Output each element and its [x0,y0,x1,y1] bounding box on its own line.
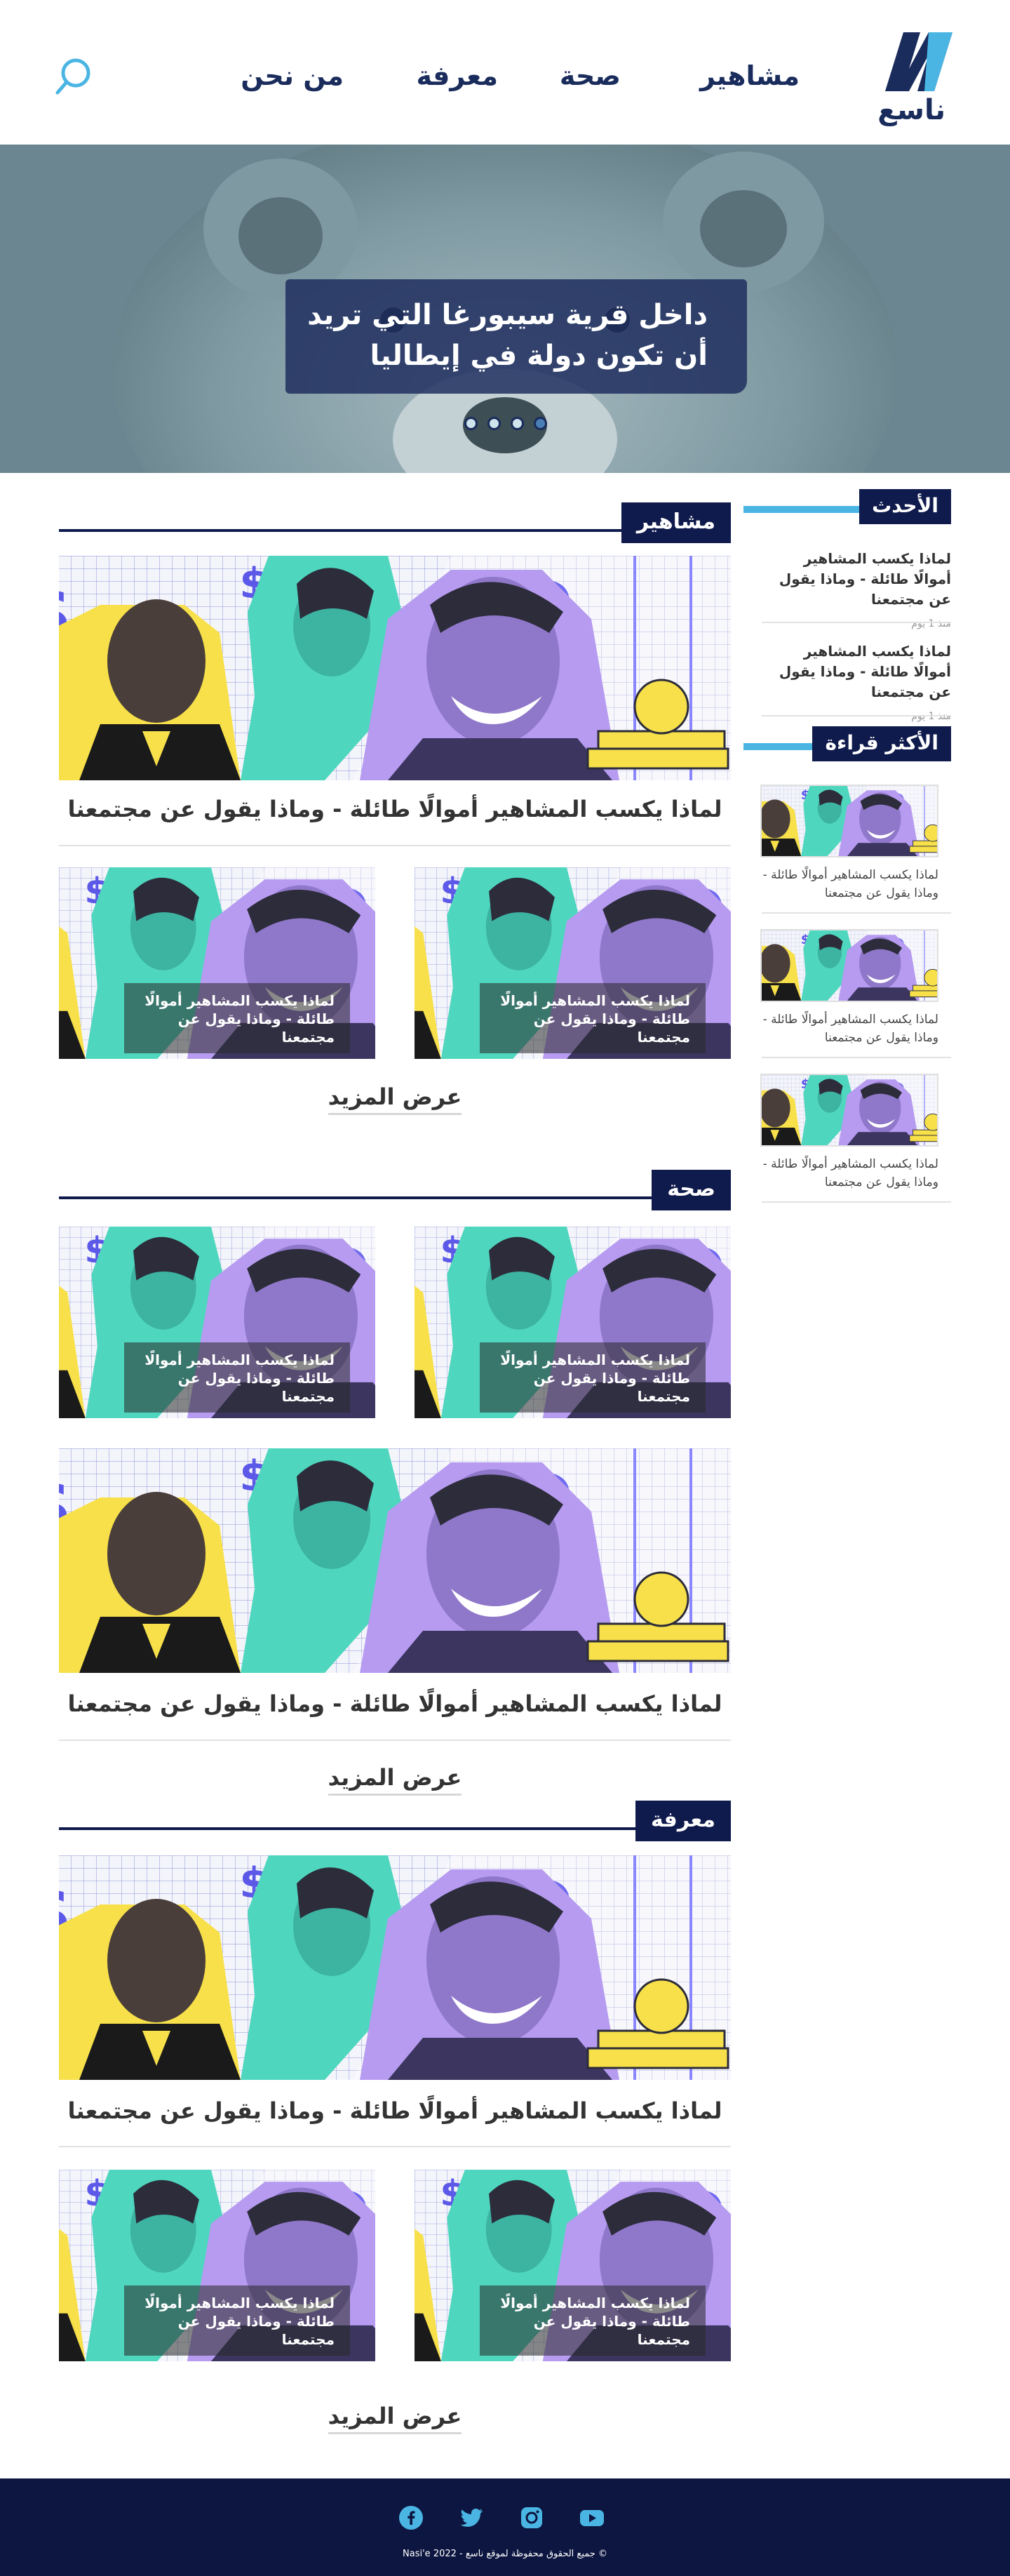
search-icon[interactable] [55,56,94,98]
card-caption[interactable]: لماذا يكسب المشاهير أموالًا طائلة - وماذ… [124,1342,350,1413]
feature-image[interactable] [59,556,731,780]
sidebar-most-read-item[interactable]: لماذا يكسب المشاهير أموالًا طائلة - وماذ… [760,866,938,902]
logo-text: ناسع [877,94,945,126]
sidebar-item-title: لماذا يكسب المشاهير أموالًا طائلة - وماذ… [779,550,951,608]
separator [59,845,731,846]
site-logo[interactable]: ناسع [874,29,955,126]
feature-caption[interactable]: لماذا يكسب المشاهير أموالًا طائلة - وماذ… [59,1690,731,1717]
card-caption[interactable]: لماذا يكسب المشاهير أموالًا طائلة - وماذ… [480,1342,706,1413]
twitter-icon[interactable] [459,2505,484,2530]
hero-headline[interactable]: داخل قرية سيبورغا التي تريد أن تكون دولة… [285,279,747,394]
sidebar-title-most-read: الأكثر قراءة [812,726,951,761]
card-caption[interactable]: لماذا يكسب المشاهير أموالًا طائلة - وماذ… [480,2285,706,2356]
section-title-celebs[interactable]: مشاهير [621,502,731,543]
sidebar-thumb[interactable] [760,929,938,1002]
copyright-text: © جميع الحقوق محفوظة لموقع ناسع - Nasi'e… [403,2549,607,2559]
sidebar-item-time: منذ 1 يوم [911,711,951,722]
separator [762,912,951,914]
card-caption[interactable]: لماذا يكسب المشاهير أموالًا طائلة - وماذ… [480,983,706,1053]
nav-item-about[interactable]: من نحن [203,60,344,91]
slider-dots [464,417,547,430]
social-links [398,2505,605,2530]
separator [762,622,951,623]
instagram-icon[interactable] [519,2505,544,2530]
feature-caption[interactable]: لماذا يكسب المشاهير أموالًا طائلة - وماذ… [59,2097,731,2124]
sidebar-thumb[interactable] [760,785,938,857]
slider-dot[interactable] [464,417,478,430]
section-title-health[interactable]: صحة [652,1170,731,1210]
card-caption[interactable]: لماذا يكسب المشاهير أموالًا طائلة - وماذ… [124,2285,350,2356]
nav-item-knowledge[interactable]: معرفة [386,60,498,91]
main-content: مشاهير لماذا يكسب المشاهير أموالًا طائلة… [0,473,1010,2481]
nav-item-celebs[interactable]: مشاهير [659,60,800,91]
sidebar-latest-item[interactable]: لماذا يكسب المشاهير أموالًا طائلة - وماذ… [762,641,951,722]
section-divider [59,1827,731,1830]
nav-item-health[interactable]: صحة [537,60,621,91]
show-more-label: عرض المزيد [328,2403,462,2434]
separator [762,1057,951,1058]
separator [762,715,951,716]
section-title-knowledge[interactable]: معرفة [635,1801,731,1841]
slider-dot[interactable] [511,417,524,430]
show-more-label: عرض المزيد [328,1764,462,1796]
sidebar-thumb[interactable] [760,1074,938,1147]
separator [59,1740,731,1741]
slider-dot-active[interactable] [534,417,547,430]
slider-dot[interactable] [487,417,501,430]
sidebar-most-read-item[interactable]: لماذا يكسب المشاهير أموالًا طائلة - وماذ… [760,1010,938,1047]
feature-image[interactable] [59,1448,731,1673]
section-divider [59,1196,731,1199]
show-more-label: عرض المزيد [328,1083,462,1115]
show-more-link[interactable]: عرض المزيد [59,2403,731,2434]
sidebar-most-read-item[interactable]: لماذا يكسب المشاهير أموالًا طائلة - وماذ… [760,1155,938,1192]
separator [59,2146,731,2147]
youtube-icon[interactable] [579,2505,605,2530]
separator [762,1201,951,1203]
sidebar-latest-item[interactable]: لماذا يكسب المشاهير أموالًا طائلة - وماذ… [762,549,951,629]
feature-image[interactable] [59,1855,731,2080]
card-caption[interactable]: لماذا يكسب المشاهير أموالًا طائلة - وماذ… [124,983,350,1053]
site-header: ناسع مشاهير صحة معرفة من نحن [0,0,1010,145]
facebook-icon[interactable] [398,2505,424,2530]
logo-mark-icon [885,32,952,91]
show-more-link[interactable]: عرض المزيد [59,1083,731,1115]
site-footer: © جميع الحقوق محفوظة لموقع ناسع - Nasi'e… [0,2478,1010,2576]
sidebar-item-time: منذ 1 يوم [911,618,951,629]
hero-slider: داخل قرية سيبورغا التي تريد أن تكون دولة… [0,145,1010,473]
sidebar-title-latest: الأحدث [859,489,951,524]
sidebar-item-title: لماذا يكسب المشاهير أموالًا طائلة - وماذ… [779,643,951,700]
feature-caption[interactable]: لماذا يكسب المشاهير أموالًا طائلة - وماذ… [59,796,731,822]
show-more-link[interactable]: عرض المزيد [59,1764,731,1796]
